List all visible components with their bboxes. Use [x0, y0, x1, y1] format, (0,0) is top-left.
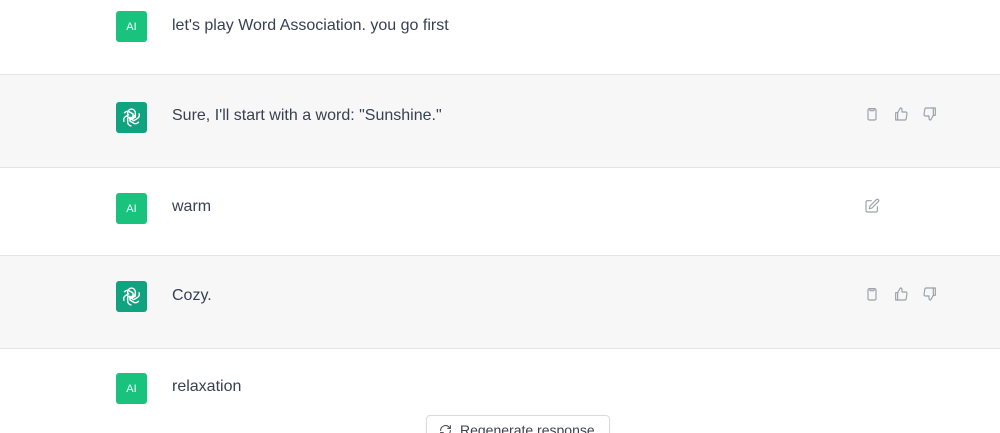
regenerate-response-button[interactable]: Regenerate response: [426, 415, 610, 433]
avatar-label: AI: [126, 20, 137, 33]
refresh-icon: [439, 424, 452, 433]
assistant-message: Sure, I'll start with a word: "Sunshine.…: [0, 75, 1000, 168]
message-text: let's play Word Association. you go firs…: [172, 17, 449, 34]
message-text: Cozy.: [172, 287, 212, 304]
user-avatar: AI: [116, 373, 147, 404]
openai-logo-icon: [116, 281, 147, 312]
message-actions: [862, 196, 881, 215]
chat-thread: AI let's play Word Association. you go f…: [0, 0, 1000, 433]
user-avatar: AI: [116, 11, 147, 42]
thumbs-up-icon[interactable]: [891, 104, 910, 123]
message-actions: [862, 284, 939, 303]
thumbs-up-icon[interactable]: [891, 284, 910, 303]
message-text: relaxation: [172, 378, 242, 395]
edit-icon[interactable]: [862, 196, 881, 215]
regenerate-label: Regenerate response: [460, 422, 595, 433]
clipboard-icon[interactable]: [862, 284, 881, 303]
message-actions: [862, 104, 939, 123]
user-message: AI warm: [0, 168, 1000, 256]
openai-logo-icon: [116, 102, 147, 133]
thumbs-down-icon[interactable]: [920, 104, 939, 123]
message-text: Sure, I'll start with a word: "Sunshine.…: [172, 107, 442, 124]
avatar-label: AI: [126, 382, 137, 395]
user-message: AI let's play Word Association. you go f…: [0, 0, 1000, 75]
thumbs-down-icon[interactable]: [920, 284, 939, 303]
clipboard-icon[interactable]: [862, 104, 881, 123]
assistant-message: Cozy.: [0, 256, 1000, 349]
user-avatar: AI: [116, 193, 147, 224]
message-text: warm: [172, 198, 212, 215]
avatar-label: AI: [126, 202, 137, 215]
